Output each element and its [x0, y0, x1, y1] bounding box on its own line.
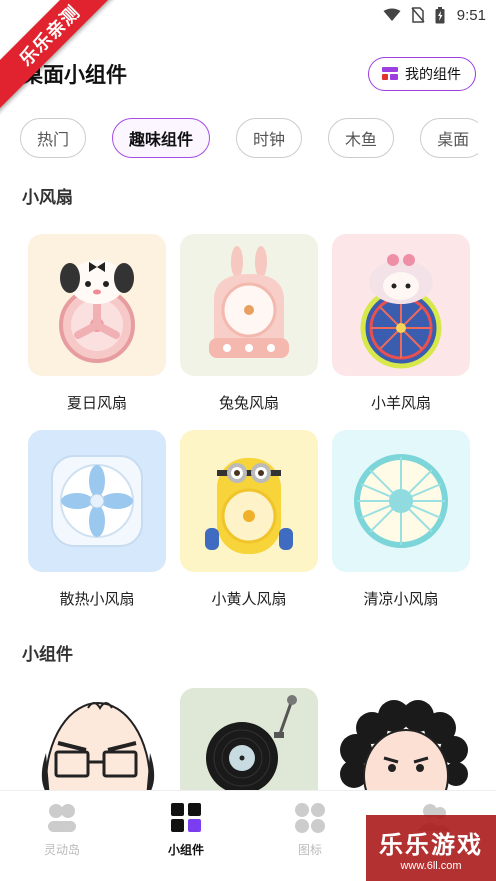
my-widgets-button[interactable]: 我的组件	[368, 57, 476, 91]
tab-clock[interactable]: 时钟	[236, 118, 303, 158]
fan-label: 兔兔风扇	[218, 394, 279, 412]
fan-card-sheep[interactable]: 小羊风扇	[332, 234, 470, 412]
widgets-grid-icon	[171, 803, 201, 832]
section-title-fans: 小风扇	[22, 188, 73, 208]
tab-label: 趣味组件	[129, 130, 194, 149]
status-time: 9:51	[456, 6, 486, 24]
fan-card-minion[interactable]: 小黄人风扇	[180, 430, 318, 608]
tab-label: 热门	[37, 130, 70, 149]
record-player-widget-icon	[206, 695, 297, 790]
fan-thumb	[180, 430, 318, 572]
tab-label: 时钟	[253, 130, 286, 149]
header: 桌面小组件 我的组件	[0, 52, 496, 96]
my-widgets-label: 我的组件	[405, 67, 461, 83]
section-title-widgets: 小组件	[22, 645, 73, 665]
watermark-title: 乐乐游戏	[379, 830, 483, 859]
tab-hot[interactable]: 热门	[20, 118, 87, 158]
nav-label: 灵动岛	[43, 843, 80, 857]
fan-card-cooling[interactable]: 散热小风扇	[28, 430, 166, 608]
nav-item-icons[interactable]: 图标	[260, 803, 360, 858]
widget-card-curly-lady[interactable]	[332, 688, 470, 790]
fan-label: 清凉小风扇	[363, 590, 439, 608]
cool-fan-icon	[354, 454, 448, 548]
tab-fun-widgets[interactable]: 趣味组件	[112, 118, 211, 158]
bald-man-widget-icon	[41, 702, 155, 790]
fan-card-summer[interactable]: 夏日风扇	[28, 234, 166, 412]
sheep-fan-icon	[360, 254, 442, 369]
fan-thumb	[332, 430, 470, 572]
fan-card-bunny[interactable]: 兔兔风扇	[180, 234, 318, 412]
fan-thumb	[28, 430, 166, 572]
tab-label: 桌面	[437, 130, 470, 149]
watermark-url: www.6ll.com	[400, 859, 462, 872]
nav-label: 图标	[297, 843, 322, 857]
fan-label: 小黄人风扇	[211, 590, 287, 608]
fan-label: 小羊风扇	[370, 394, 431, 412]
widget-card-bald-man[interactable]	[28, 688, 166, 790]
nav-item-widgets[interactable]: 小组件	[136, 803, 236, 858]
wifi-icon	[383, 8, 401, 21]
site-watermark: 乐乐游戏 www.6ll.com	[366, 815, 496, 881]
widget-box-icon	[382, 67, 398, 80]
fan-card-cool[interactable]: 清凉小风扇	[332, 430, 470, 608]
island-icon	[48, 804, 76, 832]
tab-desktop[interactable]: 桌面	[420, 118, 478, 158]
minion-fan-icon	[205, 458, 293, 554]
puppy-fan-icon	[59, 260, 135, 363]
nav-label: 小组件	[167, 843, 204, 857]
tab-wooden-fish[interactable]: 木鱼	[328, 118, 395, 158]
bunny-fan-icon	[209, 246, 289, 358]
battery-icon	[435, 6, 445, 23]
category-tabs: 热门 趣味组件 时钟 木鱼 桌面	[20, 118, 478, 160]
widget-card-record-player[interactable]	[180, 688, 318, 790]
nav-item-island[interactable]: 灵动岛	[12, 803, 112, 858]
fan-thumb	[28, 234, 166, 376]
tab-label: 木鱼	[345, 130, 378, 149]
fan-grid: 夏日风扇 兔兔风扇 小羊风扇 散热小风扇 小黄人风扇 清凉小风扇	[28, 234, 470, 608]
cooling-fan-icon	[51, 455, 143, 547]
fan-thumb	[180, 234, 318, 376]
curly-lady-widget-icon	[340, 700, 468, 790]
fan-thumb	[332, 234, 470, 376]
no-sim-icon	[411, 7, 425, 23]
icons-grid-icon	[295, 803, 325, 833]
fan-label: 夏日风扇	[66, 394, 127, 412]
widgets-row	[28, 688, 470, 790]
fan-label: 散热小风扇	[59, 590, 135, 608]
